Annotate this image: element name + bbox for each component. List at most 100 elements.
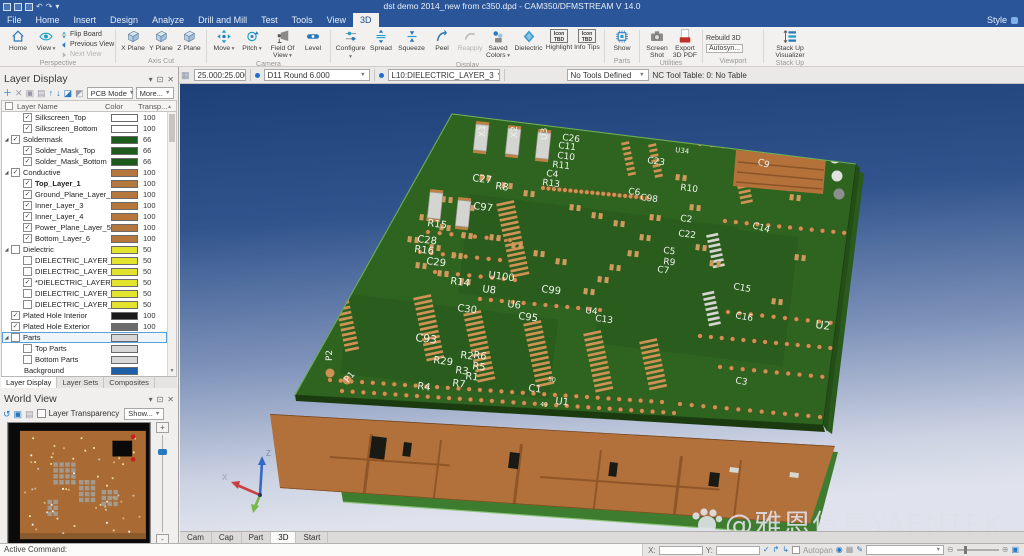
pin-icon[interactable]: ⊡ (157, 395, 164, 404)
layer-row-dielectric-layer-3[interactable]: *DIELECTRIC_LAYER_350 (2, 277, 167, 288)
layer-color-swatch[interactable] (111, 147, 138, 155)
layer-visibility-checkbox[interactable] (23, 234, 32, 243)
close-icon[interactable]: ✕ (167, 395, 174, 404)
capture-alt-icon[interactable]: ▤ (25, 409, 34, 419)
expander-icon[interactable] (2, 137, 11, 143)
reapply-button[interactable]: Reapply (456, 28, 484, 61)
layer-visibility-checkbox[interactable] (23, 179, 32, 188)
autosyn-button[interactable]: Autosyn... (706, 44, 743, 53)
close-icon[interactable]: ✕ (167, 75, 174, 84)
layer-row-dielectric-layer-1[interactable]: DIELECTRIC_LAYER_150 (2, 255, 167, 266)
layer-color-swatch[interactable] (111, 136, 138, 144)
layer-color-swatch[interactable] (111, 290, 138, 298)
layer-color-swatch[interactable] (111, 191, 138, 199)
move-layer-down-icon[interactable]: ↓ (56, 88, 61, 98)
tab-3d[interactable]: 3D (271, 532, 296, 543)
next-view-button[interactable]: Next View (60, 50, 112, 59)
layer-color-swatch[interactable] (111, 356, 138, 364)
rebuild-3d-button[interactable]: Rebuild 3D (706, 34, 760, 43)
menu-tools[interactable]: Tools (285, 13, 320, 27)
layer-visibility-checkbox[interactable] (11, 245, 20, 254)
layer-row-dielectric-layer-4[interactable]: DIELECTRIC_LAYER_450 (2, 288, 167, 299)
pcb-mode-combo[interactable]: PCB Mode▼ (87, 87, 133, 99)
layer-visibility-checkbox[interactable] (23, 146, 32, 155)
sort-icon[interactable]: ▴ (168, 103, 176, 110)
saved-colors-button[interactable]: Saved Colors (484, 28, 512, 61)
layer-row-background[interactable]: Background (2, 365, 167, 376)
layer-color-swatch[interactable] (111, 345, 138, 353)
autopan-checkbox[interactable] (792, 546, 800, 554)
previous-view-button[interactable]: Previous View (60, 40, 112, 49)
layer-color-swatch[interactable] (111, 114, 138, 122)
layer-visibility-checkbox[interactable] (11, 322, 20, 331)
layer-row-solder-mask-top[interactable]: Solder_Mask_Top66 (2, 145, 167, 156)
layer-row-silkscreen-bottom[interactable]: Silkscreen_Bottom100 (2, 123, 167, 134)
zoom-out-icon[interactable]: ⊖ (947, 545, 954, 555)
layer-color-swatch[interactable] (111, 312, 138, 320)
z-plane-button[interactable]: Z Plane (175, 28, 203, 57)
layer-visibility-checkbox[interactable] (23, 256, 32, 265)
world-view-thumbnail[interactable] (7, 422, 151, 545)
expander-icon[interactable] (2, 170, 11, 176)
tab-layer-sets[interactable]: Layer Sets (57, 377, 104, 388)
layer-row-soldermask[interactable]: Soldermask66 (2, 134, 167, 145)
squeeze-button[interactable]: Squeeze (395, 28, 428, 61)
menu-home[interactable]: Home (29, 13, 67, 27)
layer-color-swatch[interactable] (111, 279, 138, 287)
layer-set-alt-icon[interactable]: ◩ (75, 88, 84, 98)
highlight-button[interactable]: Icon TBDHighlight (545, 28, 573, 61)
layer-row-dielectric-layer-5[interactable]: DIELECTRIC_LAYER_550 (2, 299, 167, 310)
layer-color-swatch[interactable] (111, 334, 138, 342)
peel-button[interactable]: Peel (428, 28, 456, 61)
pin-icon[interactable]: ⊡ (157, 75, 164, 84)
zoom-in-button[interactable]: + (156, 422, 169, 433)
menu-drill-and-mill[interactable]: Drill and Mill (191, 13, 254, 27)
layer-visibility-checkbox[interactable] (11, 135, 20, 144)
layer-row-plated-hole-exterior[interactable]: Plated Hole Exterior100 (2, 321, 167, 332)
show-parts-button[interactable]: Show (608, 28, 636, 57)
layer-row-inner-layer-4[interactable]: Inner_Layer_4100 (2, 211, 167, 222)
layer-visibility-checkbox[interactable] (23, 113, 32, 122)
move-button[interactable]: Move (210, 28, 238, 60)
dcode-combo[interactable]: D11 Round 6.000▼ (264, 69, 370, 81)
layer-visibility-checkbox[interactable] (23, 201, 32, 210)
layer-row-silkscreen-top[interactable]: Silkscreen_Top100 (2, 112, 167, 123)
level-button[interactable]: Level (299, 28, 327, 60)
tab-layer-display[interactable]: Layer Display (1, 377, 57, 388)
panel-menu-icon[interactable]: ▾ (149, 75, 153, 84)
layer-row-dielectric-layer-2[interactable]: DIELECTRIC_LAYER_250 (2, 266, 167, 277)
zoom-in-icon[interactable]: ⊕ (1002, 545, 1009, 555)
menu-analyze[interactable]: Analyze (145, 13, 191, 27)
zoom-slider-track[interactable] (158, 433, 167, 534)
menu-test[interactable]: Test (254, 13, 285, 27)
field-of-view-button[interactable]: Field Of View (266, 28, 299, 60)
layer-set-icon[interactable]: ◪ (64, 88, 73, 98)
refresh-icon[interactable]: ↺ (3, 409, 11, 419)
layer-color-swatch[interactable] (111, 224, 138, 232)
add-layer-icon[interactable]: ＋ (3, 88, 12, 98)
layer-color-swatch[interactable] (111, 257, 138, 265)
style-dropdown[interactable]: Style (987, 15, 1007, 25)
show-combo[interactable]: Show...▼ (124, 408, 164, 420)
snap-mode-alt-icon[interactable]: ↳ (782, 545, 789, 555)
tab-composites[interactable]: Composites (104, 377, 155, 388)
layer-row-inner-layer-3[interactable]: Inner_Layer_3100 (2, 200, 167, 211)
copy-layer-icon[interactable]: ▣ (26, 88, 35, 98)
stack-up-visualizer-button[interactable]: Stack Up Visualizer (767, 28, 813, 59)
layer-row-dielectric[interactable]: Dielectric50 (2, 244, 167, 255)
spread-button[interactable]: Spread (367, 28, 395, 61)
layer-row-solder-mask-bottom[interactable]: Solder_Mask_Bottom66 (2, 156, 167, 167)
layer-row-bottom-parts[interactable]: Bottom Parts (2, 354, 167, 365)
export-3d-pdf-button[interactable]: Export 3D PDF (671, 28, 699, 59)
more-combo[interactable]: More...▼ (136, 87, 174, 99)
layer-visibility-checkbox[interactable] (23, 223, 32, 232)
layer-visibility-checkbox[interactable] (23, 157, 32, 166)
layer-visibility-checkbox[interactable] (23, 267, 32, 276)
menu-file[interactable]: File (0, 13, 29, 27)
menu-insert[interactable]: Insert (67, 13, 104, 27)
screen-shot-button[interactable]: Screen Shot (643, 28, 671, 59)
zoom-slider-thumb[interactable] (158, 449, 167, 455)
layer-color-swatch[interactable] (111, 235, 138, 243)
panel-menu-icon[interactable]: ▾ (149, 395, 153, 404)
tab-cap[interactable]: Cap (212, 532, 242, 543)
